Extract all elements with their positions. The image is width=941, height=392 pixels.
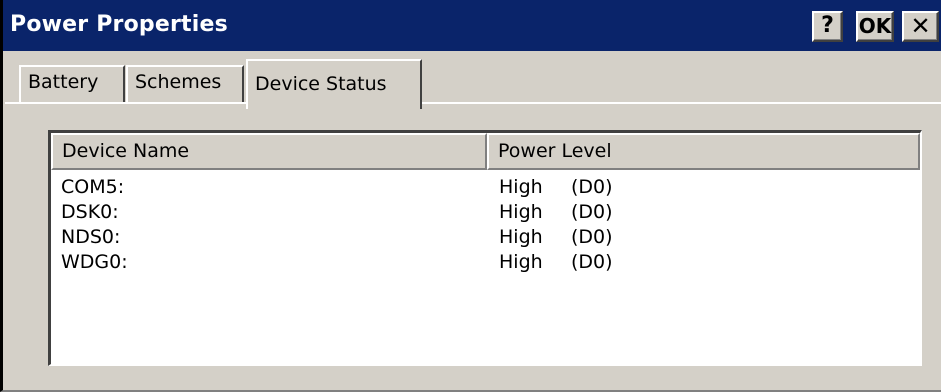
device-name: COM5:: [61, 176, 125, 198]
device-rows: COM5: High (D0) DSK0: High (D0) NDS0: Hi…: [51, 175, 920, 275]
tab-battery[interactable]: Battery: [19, 65, 125, 103]
help-button[interactable]: ?: [812, 11, 843, 42]
column-header-label: Device Name: [62, 140, 190, 162]
power-state: (D0): [571, 226, 613, 248]
tab-schemes-label: Schemes: [135, 71, 222, 93]
ok-button-label: OK: [858, 14, 892, 38]
power-state: (D0): [571, 201, 613, 223]
list-item[interactable]: COM5: High (D0): [51, 175, 920, 200]
tab-schemes[interactable]: Schemes: [126, 65, 244, 103]
tab-battery-label: Battery: [28, 71, 99, 93]
power-state: (D0): [571, 176, 613, 198]
device-name: NDS0:: [61, 226, 121, 248]
window-title: Power Properties: [10, 12, 228, 37]
list-item[interactable]: WDG0: High (D0): [51, 250, 920, 275]
list-item[interactable]: NDS0: High (D0): [51, 225, 920, 250]
power-properties-window: Power Properties ? OK ✕ Battery Schemes …: [0, 0, 941, 392]
tab-device-status[interactable]: Device Status: [246, 59, 422, 109]
device-status-list[interactable]: Device Name Power Level COM5: High (D0) …: [48, 130, 922, 366]
ok-button[interactable]: OK: [856, 11, 894, 42]
device-name: WDG0:: [61, 251, 128, 273]
title-bar[interactable]: Power Properties ? OK ✕: [3, 0, 941, 51]
close-icon: ✕: [910, 12, 931, 40]
list-item[interactable]: DSK0: High (D0): [51, 200, 920, 225]
column-header-power-level[interactable]: Power Level: [487, 133, 920, 170]
column-header-device-name[interactable]: Device Name: [51, 133, 487, 170]
power-level: High: [499, 176, 543, 198]
power-level: High: [499, 251, 543, 273]
column-header-label: Power Level: [498, 140, 612, 162]
device-name: DSK0:: [61, 201, 119, 223]
power-state: (D0): [571, 251, 613, 273]
power-level: High: [499, 201, 543, 223]
close-button[interactable]: ✕: [902, 11, 939, 42]
power-level: High: [499, 226, 543, 248]
tab-device-status-label: Device Status: [255, 73, 387, 95]
help-icon: ?: [821, 13, 834, 38]
